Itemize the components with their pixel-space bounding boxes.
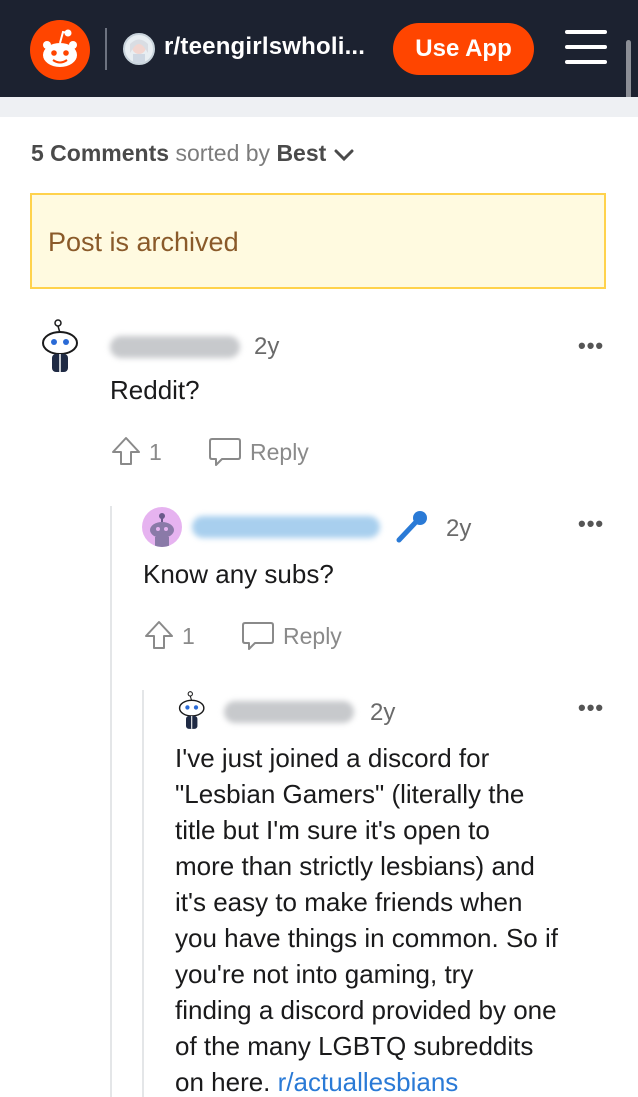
use-app-button[interactable]: Use App — [393, 23, 534, 75]
chevron-down-icon[interactable] — [334, 148, 354, 162]
subreddit-name-link[interactable]: r/teengirlswholi... — [164, 33, 365, 61]
subreddit-link[interactable]: r/actuallesbians — [278, 1067, 459, 1097]
username-redacted[interactable] — [192, 516, 380, 538]
upvote-count: 1 — [182, 623, 195, 649]
reply-button[interactable]: Reply — [250, 439, 309, 466]
archived-notice-text: Post is archived — [48, 227, 239, 257]
username-redacted[interactable] — [224, 701, 354, 723]
reddit-snoo-icon[interactable] — [30, 20, 90, 80]
user-avatar-snoo-icon[interactable] — [38, 318, 80, 381]
comment-line: "Lesbian Gamers" (literally the — [175, 779, 525, 809]
user-avatar-snoo-icon[interactable] — [176, 690, 206, 737]
comment-line: more than strictly lesbians) and — [175, 851, 535, 881]
comment-line: you're not into gaming, try — [175, 959, 474, 989]
comment-body: Know any subs? — [143, 559, 334, 589]
reply-icon[interactable] — [208, 435, 242, 467]
comment-line: it's easy to make friends when — [175, 887, 523, 917]
comment-line: of the many LGBTQ subreddits — [175, 1031, 534, 1061]
subreddit-avatar-icon[interactable] — [123, 33, 155, 65]
sorted-by-label: sorted by — [175, 140, 271, 166]
comment-line-last: on here. r/actuallesbians — [175, 1064, 615, 1097]
upvote-icon[interactable] — [110, 435, 142, 467]
hamburger-menu-icon[interactable] — [565, 30, 607, 66]
comment-count: 5 Comments — [31, 140, 170, 166]
upvote-icon[interactable] — [143, 619, 175, 651]
comment-line: you have things in common. So if — [175, 923, 558, 953]
more-options-button[interactable]: ••• — [578, 333, 604, 359]
section-separator — [0, 97, 638, 117]
comments-sort-control[interactable]: 5 Comments sorted by Best — [31, 140, 354, 167]
microphone-icon — [396, 511, 427, 543]
archived-notice: Post is archived — [30, 193, 606, 289]
comment-line: on here. — [175, 1067, 271, 1097]
comment-age: 2y — [254, 333, 280, 360]
username-redacted[interactable] — [110, 336, 240, 358]
comment-age: 2y — [370, 699, 396, 726]
comment-line: I've just joined a discord for — [175, 743, 490, 773]
sort-value[interactable]: Best — [276, 140, 326, 166]
top-navigation-bar: r/teengirlswholi... Use App — [0, 0, 638, 112]
header-divider — [105, 28, 107, 70]
reply-icon[interactable] — [241, 619, 275, 651]
thread-line[interactable] — [110, 506, 112, 1097]
thread-line[interactable] — [142, 690, 144, 1097]
comment-line: finding a discord provided by one — [175, 995, 557, 1025]
more-options-button[interactable]: ••• — [578, 695, 604, 721]
more-options-button[interactable]: ••• — [578, 511, 604, 537]
user-avatar-icon[interactable] — [142, 507, 182, 547]
comment-age: 2y — [446, 515, 472, 542]
comment-body: Reddit? — [110, 375, 200, 405]
comment-line: title but I'm sure it's open to — [175, 815, 490, 845]
comment-body: I've just joined a discord for "Lesbian … — [175, 740, 615, 1097]
reply-button[interactable]: Reply — [283, 623, 342, 650]
upvote-count: 1 — [149, 439, 162, 465]
